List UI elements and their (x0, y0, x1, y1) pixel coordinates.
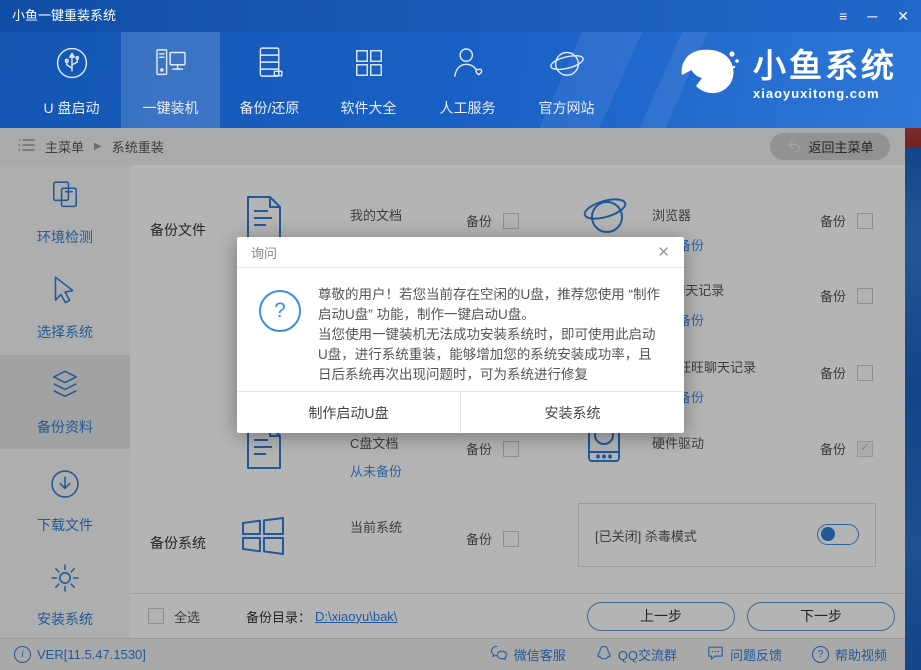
nav-item-label: 备份/还原 (240, 98, 300, 118)
dialog-header: 询问 ✕ (237, 237, 684, 268)
inquiry-dialog: 询问 ✕ ? 尊敬的用户！若您当前存在空闲的U盘，推荐您使用 “制作启动U盘” … (237, 237, 684, 433)
window-controls: ≡ ─ ✕ (839, 0, 909, 32)
dialog-title: 询问 (251, 243, 277, 262)
server-icon (249, 42, 291, 89)
brand-subtitle: xiaoyuxitong.com (753, 87, 897, 101)
close-icon[interactable]: ✕ (897, 9, 909, 23)
person-icon (447, 42, 489, 89)
usb-icon (51, 42, 93, 89)
nav-items: U 盘启动 一键装机 备份/还原 (22, 32, 616, 128)
make-boot-usb-button[interactable]: 制作启动U盘 (237, 392, 461, 433)
nav-item-support[interactable]: 人工服务 (418, 32, 517, 128)
install-system-button[interactable]: 安装系统 (461, 392, 684, 433)
minimize-icon[interactable]: ─ (867, 9, 877, 23)
nav-item-software[interactable]: 软件大全 (319, 32, 418, 128)
globe-icon (546, 42, 588, 89)
nav-item-one-key-install[interactable]: 一键装机 (121, 32, 220, 128)
nav-item-label: 软件大全 (341, 98, 397, 118)
fish-logo-icon (675, 44, 741, 105)
dialog-body: ? 尊敬的用户！若您当前存在空闲的U盘，推荐您使用 “制作启动U盘” 功能，制作… (237, 268, 684, 385)
nav-item-usb-boot[interactable]: U 盘启动 (22, 32, 121, 128)
nav-item-backup-restore[interactable]: 备份/还原 (220, 32, 319, 128)
computer-icon (150, 42, 192, 89)
app-window: 小鱼一键重装系统 ≡ ─ ✕ U 盘启动 (0, 0, 921, 670)
nav-item-label: 一键装机 (143, 98, 199, 118)
grid-icon (348, 42, 390, 89)
question-mark-icon: ? (259, 290, 301, 332)
dialog-close-icon[interactable]: ✕ (657, 245, 670, 260)
window-title: 小鱼一键重装系统 (12, 0, 116, 32)
dialog-footer: 制作启动U盘 安装系统 (237, 391, 684, 433)
nav-item-label: 官方网站 (539, 98, 595, 118)
nav-item-label: 人工服务 (440, 98, 496, 118)
dialog-message: 尊敬的用户！若您当前存在空闲的U盘，推荐您使用 “制作启动U盘” 功能，制作一键… (318, 285, 664, 385)
menu-icon[interactable]: ≡ (839, 9, 847, 23)
dialog-message-p2: 当您使用一键装机无法成功安装系统时，即可使用此启动U盘，进行系统重装，能够增加您… (318, 325, 664, 385)
nav-item-label: U 盘启动 (44, 98, 100, 118)
titlebar: 小鱼一键重装系统 ≡ ─ ✕ (0, 0, 921, 32)
main-nav: U 盘启动 一键装机 备份/还原 (0, 32, 921, 128)
brand-logo: 小鱼系统 xiaoyuxitong.com (675, 44, 897, 105)
nav-item-website[interactable]: 官方网站 (517, 32, 616, 128)
dialog-message-p1: 尊敬的用户！若您当前存在空闲的U盘，推荐您使用 “制作启动U盘” 功能，制作一键… (318, 285, 664, 325)
brand-title: 小鱼系统 (753, 48, 897, 84)
